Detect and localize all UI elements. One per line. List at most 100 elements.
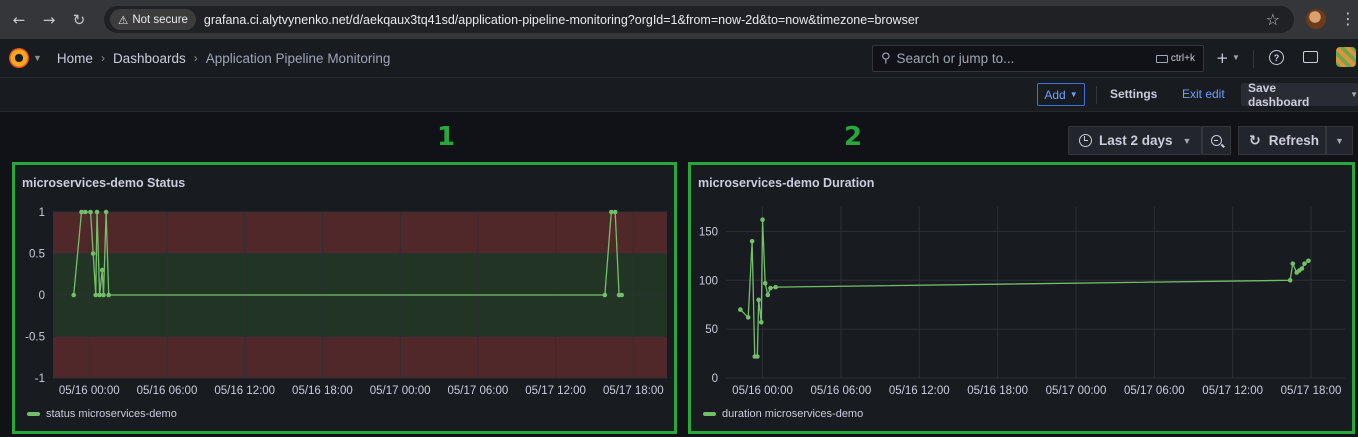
dashboard-edit-toolbar: Add ▼ Settings Exit edit Save dashboard … [0, 78, 1358, 112]
forward-icon[interactable]: → [38, 9, 60, 31]
data-point [1306, 258, 1311, 264]
status-chart: 1 0.5 0 -0.5 -1 05/16 00:00 05/16 06:00 05/16 1… [25, 207, 667, 397]
search-input[interactable]: ⚲ Search or jump to... ctrl+k [872, 45, 1204, 72]
legend-swatch [27, 412, 40, 416]
x-tick-label: 05/17 06:00 [1124, 385, 1185, 397]
zoom-out-button[interactable] [1202, 126, 1231, 155]
divider [1253, 50, 1254, 68]
shortcut-label: ctrl+k [1170, 53, 1195, 64]
data-point [768, 285, 773, 291]
x-tick-label: 05/17 06:00 [447, 385, 508, 397]
duration-panel[interactable]: microservices-demo Duration 150 100 50 0 05/… [688, 162, 1355, 434]
legend-label[interactable]: duration microservices-demo [722, 408, 863, 420]
x-tick-label: 05/17 18:00 [1281, 385, 1342, 397]
x-tick-label: 05/16 06:00 [137, 385, 198, 397]
help-icon[interactable]: ? [1269, 50, 1284, 65]
exit-edit-button[interactable]: Exit edit [1182, 87, 1225, 101]
address-bar[interactable]: ⚠ Not secure grafana.ci.alytvynenko.net/… [104, 6, 1294, 33]
bookmark-star-icon[interactable]: ☆ [1266, 10, 1280, 29]
news-icon[interactable] [1303, 51, 1318, 63]
data-point [1299, 266, 1305, 271]
data-point [756, 297, 761, 303]
data-point [71, 292, 77, 298]
refresh-button[interactable]: ↻ Refresh [1238, 126, 1326, 155]
data-point [738, 307, 743, 312]
x-tick-label: 05/16 00:00 [732, 385, 793, 397]
settings-button[interactable]: Settings [1110, 87, 1157, 101]
add-label: Add [1044, 87, 1066, 102]
chevron-down-icon: ▼ [1069, 90, 1078, 99]
grafana-logo-icon[interactable] [9, 48, 29, 68]
not-secure-label: Not secure [132, 13, 188, 26]
data-point [103, 209, 109, 215]
data-point [755, 354, 760, 359]
chevron-right-icon: › [100, 51, 105, 65]
series-line [739, 219, 1309, 358]
not-secure-badge[interactable]: ⚠ Not secure [110, 9, 196, 30]
x-tick-label: 05/17 00:00 [1046, 385, 1107, 397]
url-text[interactable]: grafana.ci.alytvynenko.net/d/aekqaux3tq4… [204, 13, 919, 27]
y-tick-label: -0.5 [25, 332, 45, 344]
legend[interactable]: status microservices-demo [27, 408, 177, 420]
keyboard-shortcut: ctrl+k [1155, 53, 1195, 64]
x-tick-label: 05/16 06:00 [811, 385, 872, 397]
legend-label[interactable]: status microservices-demo [46, 408, 177, 420]
x-tick-label: 05/16 00:00 [59, 385, 120, 397]
back-icon[interactable]: ← [8, 9, 30, 31]
breadcrumb-current-dashboard: Application Pipeline Monitoring [205, 50, 391, 66]
data-point [90, 251, 96, 256]
breadcrumb: Home › Dashboards › Application Pipeline… [57, 51, 390, 66]
annotation-label-1: 1 [437, 122, 456, 152]
data-point [749, 238, 755, 244]
y-tick-label: 0 [39, 290, 45, 302]
status-panel[interactable]: microservices-demo Status 1 0.5 0 -0.5 -1 05/… [12, 162, 677, 434]
add-button[interactable]: Add ▼ [1037, 83, 1085, 106]
refresh-label: Refresh [1268, 133, 1320, 148]
data-point [745, 315, 751, 320]
annotation-label-2: 2 [844, 122, 863, 152]
search-placeholder: Search or jump to... [896, 51, 1015, 66]
x-tick-label: 05/17 18:00 [603, 385, 664, 397]
data-point [1290, 261, 1296, 266]
zoom-out-icon [1211, 135, 1222, 146]
y-tick-label: 0 [712, 373, 718, 385]
refresh-interval-dropdown[interactable]: ▼ [1326, 126, 1353, 155]
chevron-down-icon[interactable]: ▼ [33, 53, 42, 63]
warning-icon: ⚠ [118, 14, 129, 27]
threshold-band [53, 336, 667, 378]
data-point [762, 280, 768, 286]
x-tick-label: 05/17 00:00 [370, 385, 431, 397]
chevron-down-icon[interactable]: ▼ [1350, 90, 1358, 99]
divider [1096, 86, 1097, 104]
y-tick-label: 0.5 [29, 249, 45, 261]
y-tick-label: 50 [705, 324, 718, 336]
data-point [88, 209, 93, 215]
new-plus-icon[interactable]: + [1216, 49, 1229, 67]
browser-toolbar: ← → ↻ ⚠ Not secure grafana.ci.alytvynenk… [0, 0, 1358, 39]
data-point [773, 284, 778, 290]
save-label: Save dashboard [1248, 80, 1310, 109]
chevron-right-icon: › [193, 51, 198, 65]
browser-profile-avatar[interactable] [1306, 9, 1326, 29]
x-tick-label: 05/16 12:00 [889, 385, 950, 397]
legend[interactable]: duration microservices-demo [703, 408, 863, 420]
legend-swatch [703, 412, 716, 416]
browser-menu-icon[interactable]: ⋮ [1340, 9, 1356, 28]
x-tick-label: 05/17 12:00 [1202, 385, 1263, 397]
user-avatar[interactable] [1336, 47, 1356, 67]
y-tick-label: 100 [699, 275, 718, 287]
data-point [1302, 261, 1307, 266]
y-tick-label: 1 [39, 207, 45, 219]
x-tick-label: 05/16 18:00 [967, 385, 1028, 397]
reload-icon[interactable]: ↻ [68, 9, 90, 31]
threshold-band [53, 212, 667, 254]
breadcrumb-home[interactable]: Home [57, 51, 93, 66]
y-tick-label: -1 [35, 373, 45, 385]
data-point [619, 292, 624, 298]
time-range-picker[interactable]: Last 2 days ▼ [1068, 126, 1202, 155]
save-dashboard-button[interactable]: Save dashboard ▼ [1241, 80, 1358, 109]
clock-icon [1079, 134, 1092, 147]
time-range-label: Last 2 days [1099, 133, 1173, 148]
chevron-down-icon[interactable]: ▼ [1232, 53, 1240, 62]
breadcrumb-dashboards[interactable]: Dashboards [113, 51, 186, 66]
